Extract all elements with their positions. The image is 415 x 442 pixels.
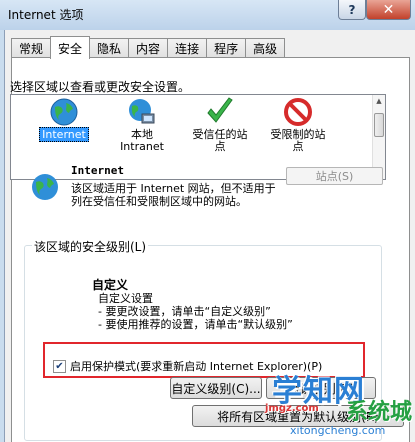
window-title: Internet 选项 (8, 8, 84, 22)
tab-connections[interactable]: 连接 (167, 38, 208, 58)
watermark-url: xitongcheng.com (290, 424, 386, 437)
security-level-name: 自定义 (92, 278, 129, 292)
title-bar: Internet 选项 ? ✕ (0, 0, 415, 30)
tab-content[interactable]: 内容 (128, 38, 169, 58)
tab-general[interactable]: 常规 (11, 38, 52, 58)
scroll-thumb[interactable] (374, 113, 384, 137)
intranet-globe-icon (129, 99, 155, 124)
close-button[interactable]: ✕ (366, 0, 411, 20)
help-button[interactable]: ? (338, 0, 366, 20)
globe-icon (32, 174, 58, 200)
prohibited-icon (284, 98, 312, 126)
watermark-sub: 系统城 (346, 400, 413, 425)
selected-zone-description: 该区域适用于 Internet 网站，但不适用于列在受信任和受限制区域中的网站。 (71, 182, 276, 208)
zone-label-intranet: 本地 Intranet (120, 128, 164, 153)
watermark-red: jmgz.com (265, 403, 319, 414)
security-level-description: 自定义设置 - 要更改设置，请单击“自定义级别” - 要使用推荐的设置，请单击“… (98, 292, 293, 331)
scroll-up-icon[interactable]: ▲ (373, 95, 385, 107)
zone-restricted[interactable]: 受限制的站 点 (259, 97, 337, 153)
zone-internet[interactable]: Internet (25, 97, 103, 142)
tab-security[interactable]: 安全 (50, 36, 91, 59)
tab-privacy[interactable]: 隐私 (89, 38, 130, 58)
tab-strip: 常规 安全 隐私 内容 连接 程序 高级 (11, 36, 286, 59)
tab-programs[interactable]: 程序 (206, 38, 247, 58)
zone-label-restricted: 受限制的站 点 (270, 128, 326, 153)
zone-label-trusted: 受信任的站 点 (192, 128, 248, 153)
selected-zone-name: Internet (71, 164, 124, 177)
zone-intranet[interactable]: 本地 Intranet (103, 97, 181, 153)
zone-trusted[interactable]: 受信任的站 点 (181, 97, 259, 153)
protected-mode-checkbox[interactable]: ✔ (53, 359, 66, 373)
zone-label-internet: Internet (39, 127, 89, 142)
security-level-title: 该区域的安全级别(L) (32, 238, 149, 255)
zone-prompt: 选择区域以查看或更改安全设置。 (10, 80, 191, 94)
sites-button[interactable]: 站点(S) (286, 167, 383, 185)
globe-icon (50, 98, 78, 126)
tab-advanced[interactable]: 高级 (245, 38, 286, 58)
custom-level-button[interactable]: 自定义级别(C)... (170, 377, 262, 399)
checkmark-icon (207, 97, 233, 123)
